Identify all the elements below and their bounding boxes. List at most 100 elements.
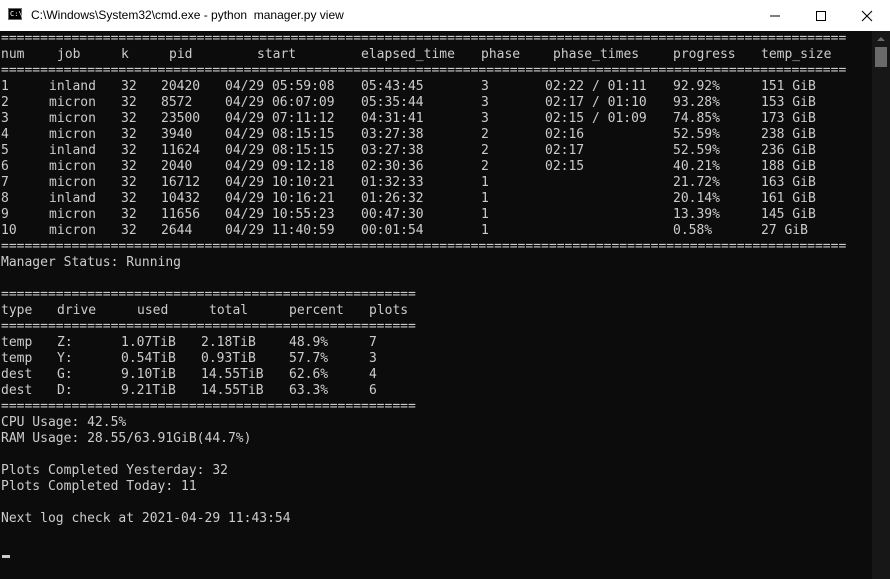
job-temp-size: 163 GiB (761, 175, 816, 190)
job-k: 32 (121, 127, 137, 142)
window-title: C:\Windows\System32\cmd.exe - python man… (31, 8, 344, 22)
job-k: 32 (121, 207, 137, 222)
job-start: 04/29 10:55:23 (225, 207, 335, 222)
drive-total: 14.55TiB (201, 383, 264, 398)
job-num: 9 (1, 207, 9, 222)
job-name: inland (49, 143, 96, 158)
job-num: 2 (1, 95, 9, 110)
scroll-up-arrow-icon[interactable] (872, 31, 890, 47)
separator: ========================================… (0, 319, 436, 335)
job-elapsed: 04:31:41 (361, 111, 424, 126)
job-phase: 2 (481, 127, 489, 142)
header-total: total (209, 303, 249, 318)
job-temp-size: 238 GiB (761, 127, 816, 142)
job-num: 4 (1, 127, 9, 142)
vertical-scrollbar[interactable] (872, 31, 890, 579)
job-start: 04/29 06:07:09 (225, 95, 335, 110)
job-pid: 10432 (161, 191, 201, 206)
manager-status: Manager Status: Running (0, 255, 872, 271)
job-pid: 23500 (161, 111, 201, 126)
drive-total: 0.93TiB (201, 351, 256, 366)
plots-completed-today: Plots Completed Today: 11 (0, 479, 872, 495)
manager-status-text: Manager Status: Running (1, 255, 182, 270)
ram-usage-text: RAM Usage: 28.55/63.91GiB(44.7%) (1, 431, 252, 446)
job-name: micron (49, 95, 96, 110)
job-temp-size: 153 GiB (761, 95, 816, 110)
drive-used: 9.10TiB (121, 367, 176, 382)
header-job: job (57, 47, 81, 62)
drive-type: dest (1, 383, 33, 398)
header-phase: phase (481, 47, 521, 62)
separator: ========================================… (0, 239, 858, 255)
job-phase: 1 (481, 191, 489, 206)
job-num: 7 (1, 175, 9, 190)
header-start: start (257, 47, 297, 62)
job-temp-size: 27 GiB (761, 223, 808, 238)
job-progress: 92.92% (673, 79, 720, 94)
job-row: 6 micron 32 2040 04/29 09:12:18 02:30:36… (0, 159, 872, 175)
job-start: 04/29 09:12:18 (225, 159, 335, 174)
job-row: 4 micron 32 3940 04/29 08:15:15 03:27:38… (0, 127, 872, 143)
separator-text: ========================================… (1, 399, 416, 414)
drive-used: 0.54TiB (121, 351, 176, 366)
job-elapsed: 00:01:54 (361, 223, 424, 238)
minimize-button[interactable] (752, 0, 798, 31)
drive-letter: D: (57, 383, 73, 398)
job-progress: 20.14% (673, 191, 720, 206)
drive-row: dest D: 9.21TiB 14.55TiB 63.3% 6 (0, 383, 872, 399)
plots-completed-yesterday: Plots Completed Yesterday: 32 (0, 463, 872, 479)
separator-text: ========================================… (1, 319, 416, 334)
job-phase-times: 02:22 / 01:11 (545, 79, 647, 94)
job-phase-times: 02:15 (545, 159, 585, 174)
cmd-icon[interactable]: C:\ (8, 8, 23, 20)
job-num: 8 (1, 191, 9, 206)
title-bar[interactable]: C:\ C:\Windows\System32\cmd.exe - python… (0, 0, 890, 31)
job-pid: 20420 (161, 79, 201, 94)
cpu-usage-text: CPU Usage: 42.5% (1, 415, 127, 430)
drive-letter: Z: (57, 335, 73, 350)
drive-type: dest (1, 367, 33, 382)
jobs-header-row: num job k pid start elapsed_time phase p… (0, 47, 872, 63)
cpu-usage: CPU Usage: 42.5% (0, 415, 872, 431)
job-name: micron (49, 111, 96, 126)
separator: ========================================… (0, 31, 858, 47)
drive-used: 9.21TiB (121, 383, 176, 398)
cmd-icon-glyph: C:\ (10, 10, 23, 18)
job-name: micron (49, 175, 96, 190)
job-num: 1 (1, 79, 9, 94)
next-log-check-text: Next log check at 2021-04-29 11:43:54 (1, 511, 291, 526)
job-progress: 40.21% (673, 159, 720, 174)
drive-total: 14.55TiB (201, 367, 264, 382)
ram-usage: RAM Usage: 28.55/63.91GiB(44.7%) (0, 431, 872, 447)
separator: ========================================… (0, 287, 436, 303)
scrollbar-thumb[interactable] (875, 47, 887, 67)
job-phase-times: 02:16 (545, 127, 585, 142)
console-output[interactable]: ========================================… (0, 31, 872, 579)
job-row: 3 micron 32 23500 04/29 07:11:12 04:31:4… (0, 111, 872, 127)
job-elapsed: 05:35:44 (361, 95, 424, 110)
job-temp-size: 188 GiB (761, 159, 816, 174)
job-row: 9 micron 32 11656 04/29 10:55:23 00:47:3… (0, 207, 872, 223)
header-num: num (1, 47, 25, 62)
plots-yesterday-text: Plots Completed Yesterday: 32 (1, 463, 228, 478)
drive-row: temp Y: 0.54TiB 0.93TiB 57.7% 3 (0, 351, 872, 367)
job-pid: 11656 (161, 207, 201, 222)
job-row: 5 inland 32 11624 04/29 08:15:15 03:27:3… (0, 143, 872, 159)
close-button[interactable] (844, 0, 890, 31)
job-phase: 1 (481, 175, 489, 190)
job-phase: 1 (481, 207, 489, 222)
header-used: used (137, 303, 169, 318)
job-start: 04/29 11:40:59 (225, 223, 335, 238)
separator-text: ========================================… (1, 63, 847, 78)
job-pid: 8572 (161, 95, 193, 110)
job-start: 04/29 10:10:21 (225, 175, 335, 190)
job-start: 04/29 07:11:12 (225, 111, 335, 126)
drive-letter: G: (57, 367, 73, 382)
drive-plots: 6 (369, 383, 377, 398)
drive-total: 2.18TiB (201, 335, 256, 350)
job-row: 2 micron 32 8572 04/29 06:07:09 05:35:44… (0, 95, 872, 111)
job-progress: 0.58% (673, 223, 713, 238)
header-plots: plots (369, 303, 409, 318)
job-start: 04/29 10:16:21 (225, 191, 335, 206)
maximize-button[interactable] (798, 0, 844, 31)
